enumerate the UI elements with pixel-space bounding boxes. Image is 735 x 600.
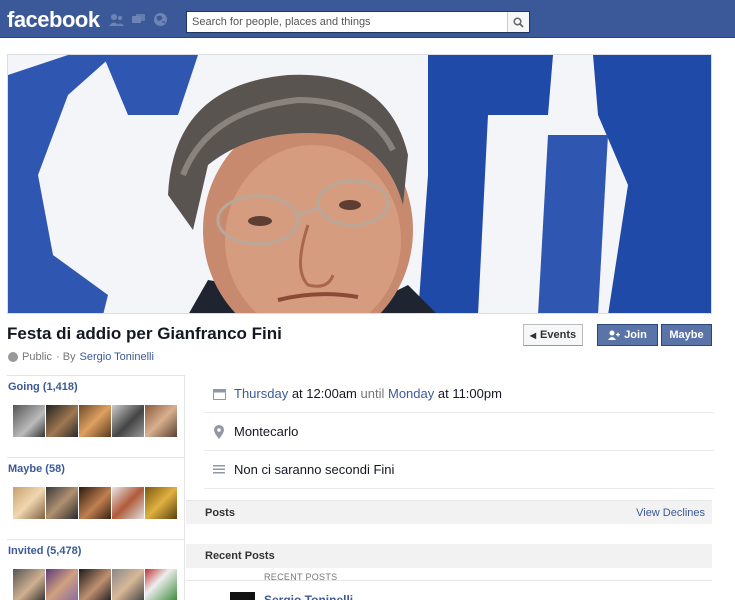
guest-list-column: Going (1,418) Maybe (58) Invited (5,478) [7,375,185,600]
invited-avatars [8,569,184,600]
chevron-left-icon: ◀ [529,330,537,340]
start-time: at 12:00am [291,386,357,401]
map-pin-icon [204,424,234,439]
view-declines-link[interactable]: View Declines [636,507,705,519]
maybe-button-label: Maybe [669,329,704,341]
events-button[interactable]: ◀ Events [523,324,583,346]
description-lines-icon [204,464,234,476]
invited-link[interactable]: Invited (5,478) [8,545,184,557]
recent-post-author-link[interactable]: Sergio Toninelli [264,592,353,600]
avatar[interactable] [79,487,111,519]
calendar-icon [204,388,234,400]
notifications-globe-icon[interactable] [152,12,168,27]
top-bar: facebook [0,0,735,38]
join-button-label: Join [624,329,647,341]
event-time-row: Thursday at 12:00am until Monday at 11:0… [204,375,714,413]
going-link[interactable]: Going (1,418) [8,381,184,393]
until-label: until [360,386,385,401]
going-avatars [8,405,184,437]
event-location-row: Montecarlo [204,413,714,451]
cover-image [8,55,711,313]
avatar[interactable] [13,405,45,437]
join-button[interactable]: Join [597,324,658,346]
event-cover-photo[interactable] [7,54,712,314]
divider [186,580,712,581]
search-box [186,11,530,33]
recent-posts-bar: Recent Posts [186,544,712,568]
posts-header-bar: Posts View Declines [186,500,712,524]
maybe-button[interactable]: Maybe [661,324,712,346]
maybe-section: Maybe (58) [7,458,184,540]
notification-jewels [108,12,168,27]
event-description: Non ci saranno secondi Fini [234,462,395,477]
start-day-link[interactable]: Thursday [234,386,288,401]
maybe-avatars [8,487,184,519]
public-globe-icon [8,352,18,362]
avatar[interactable] [112,487,144,519]
by-prefix: · By [55,351,76,363]
avatar[interactable] [13,487,45,519]
avatar[interactable] [79,569,111,600]
search-button[interactable] [507,12,529,32]
messages-icon[interactable] [130,12,146,27]
friend-requests-icon[interactable] [108,12,124,27]
search-icon [513,16,524,28]
event-location: Montecarlo [234,424,299,439]
invited-section: Invited (5,478) [7,540,184,600]
avatar[interactable] [46,487,78,519]
event-title: Festa di addio per Gianfranco Fini [7,324,282,343]
avatar[interactable] [145,487,177,519]
end-day-link[interactable]: Monday [388,386,434,401]
search-input[interactable] [187,12,507,32]
avatar[interactable] [46,405,78,437]
going-section: Going (1,418) [7,376,184,458]
avatar[interactable] [46,569,78,600]
avatar[interactable] [112,405,144,437]
maybe-link[interactable]: Maybe (58) [8,463,184,475]
privacy-label: Public [22,351,52,363]
posts-header: Posts [205,506,235,519]
avatar[interactable] [145,405,177,437]
event-description-row: Non ci saranno secondi Fini [204,451,714,489]
avatar[interactable] [13,569,45,600]
host-link[interactable]: Sergio Toninelli [80,351,154,363]
end-time: at 11:00pm [437,386,502,401]
avatar[interactable] [145,569,177,600]
recent-post-avatar[interactable] [230,592,255,600]
facebook-logo[interactable]: facebook [7,7,100,33]
avatar[interactable] [79,405,111,437]
add-person-icon [608,330,621,340]
events-button-label: Events [540,329,577,341]
avatar[interactable] [112,569,144,600]
event-meta: Public · By Sergio Toninelli [8,351,154,363]
